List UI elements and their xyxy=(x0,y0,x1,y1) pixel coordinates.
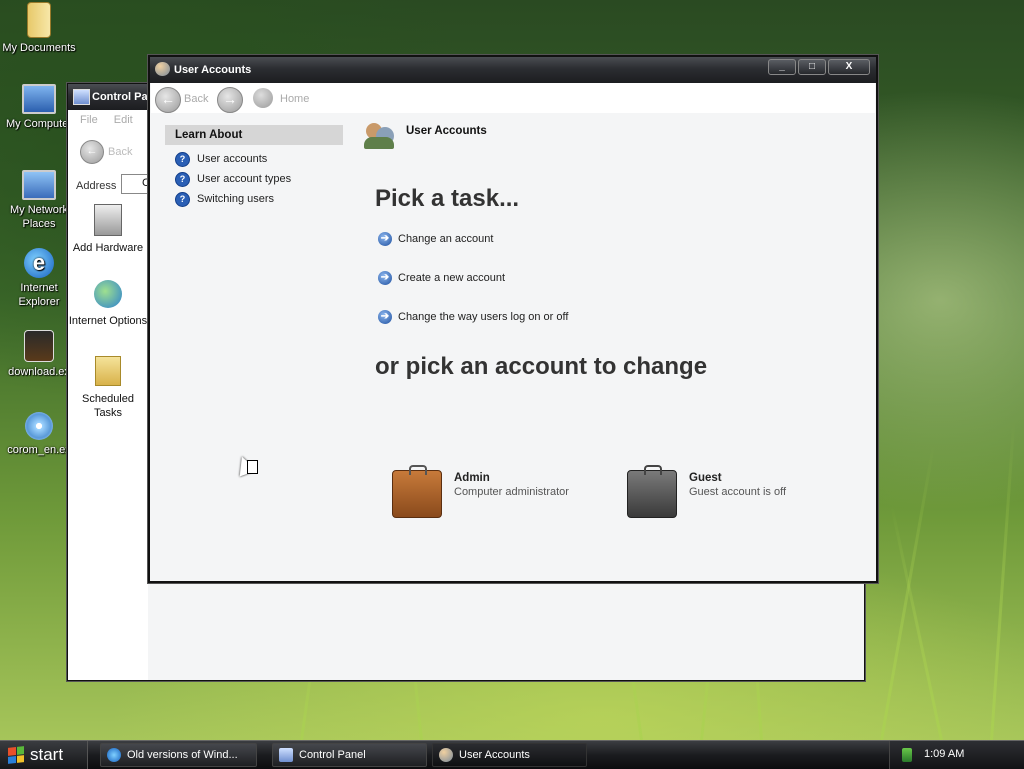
help-icon: ? xyxy=(175,191,190,207)
window-controls: _ □ X xyxy=(768,59,870,75)
desktop-icon-label: Internet Explorer xyxy=(18,282,60,308)
grass-blade xyxy=(990,420,1016,740)
task-change-logon[interactable]: ➔ Change the way users log on or off xyxy=(378,310,568,324)
window-title: Control Pa xyxy=(92,91,148,103)
internet-options-icon xyxy=(94,280,122,308)
taskbar-button-label: User Accounts xyxy=(459,749,530,761)
learn-about-heading: Learn About xyxy=(165,125,343,145)
learn-link-user-accounts[interactable]: ? User accounts xyxy=(165,149,343,169)
internet-explorer-icon: e xyxy=(24,248,54,278)
user-accounts-icon xyxy=(439,748,453,762)
taskbar: start Old versions of Wind... Control Pa… xyxy=(0,740,1024,769)
network-status-icon[interactable] xyxy=(902,748,912,762)
menu-edit[interactable]: Edit xyxy=(114,114,133,126)
menu-bar: File Edit xyxy=(80,114,133,126)
account-description: Computer administrator xyxy=(454,486,569,498)
pick-task-heading: Pick a task... xyxy=(375,185,520,212)
learn-link-label: Switching users xyxy=(197,193,275,205)
address-field[interactable]: C xyxy=(121,174,151,194)
home-icon[interactable] xyxy=(253,88,273,108)
system-tray: 1:09 AM xyxy=(889,741,1024,769)
task-create-account[interactable]: ➔ Create a new account xyxy=(378,271,505,285)
user-accounts-header-icon xyxy=(364,121,396,151)
desktop-icon-label: My Network Places xyxy=(9,204,69,230)
forward-button[interactable]: → xyxy=(217,87,243,113)
desktop-icon-label: My Computer xyxy=(5,118,73,130)
task-label: Create a new account xyxy=(398,272,506,284)
account-description: Guest account is off xyxy=(689,486,787,498)
cp-item-add-hardware[interactable]: Add Hardware xyxy=(68,204,148,254)
task-label: Change the way users log on or off xyxy=(398,311,569,323)
minimize-button[interactable]: _ xyxy=(768,59,796,75)
desktop-icon-label: download.ex xyxy=(8,366,70,378)
folder-icon xyxy=(27,2,51,38)
control-panel-icon xyxy=(73,89,90,105)
learn-link-label: User accounts xyxy=(197,153,268,165)
back-button[interactable]: ← xyxy=(80,140,104,164)
internet-explorer-icon xyxy=(107,748,121,762)
learn-link-switching-users[interactable]: ? Switching users xyxy=(165,189,343,209)
cp-item-internet-options[interactable]: Internet Options xyxy=(68,280,148,328)
cp-item-scheduled-tasks[interactable]: Scheduled Tasks xyxy=(68,356,148,420)
control-panel-body: File Edit ← Back Address C Add Hardware … xyxy=(68,110,151,680)
page-title: User Accounts xyxy=(406,125,487,137)
account-admin[interactable]: Admin Computer administrator xyxy=(392,465,569,518)
briefcase-icon xyxy=(392,465,442,518)
help-icon: ? xyxy=(175,171,190,187)
cp-item-label: Internet Options xyxy=(68,315,148,327)
learn-link-user-account-types[interactable]: ? User account types xyxy=(165,169,343,189)
desktop-icon-label: My Documents xyxy=(2,42,76,54)
taskbar-button-old-versions[interactable]: Old versions of Wind... xyxy=(100,743,257,767)
computer-icon xyxy=(22,84,56,114)
taskbar-button-user-accounts[interactable]: User Accounts xyxy=(432,743,587,767)
account-name: Guest xyxy=(689,472,722,484)
hourglass-icon xyxy=(247,460,258,474)
account-guest[interactable]: Guest Guest account is off xyxy=(627,465,787,518)
network-icon xyxy=(22,170,56,200)
back-button[interactable]: ← xyxy=(155,87,181,113)
cp-item-label: Scheduled Tasks xyxy=(82,393,134,419)
briefcase-icon xyxy=(627,465,677,518)
window-title: User Accounts xyxy=(174,64,252,76)
pick-account-heading: or pick an account to change xyxy=(375,353,708,380)
content-area: Learn About ? User accounts ? User accou… xyxy=(151,113,875,580)
maximize-button[interactable]: □ xyxy=(798,59,826,75)
windows-flag-icon xyxy=(8,746,24,764)
back-arrow-icon: ← xyxy=(161,91,175,107)
user-accounts-icon xyxy=(155,62,170,76)
arrow-right-icon: ➔ xyxy=(378,232,392,246)
user-accounts-title-bar[interactable]: User Accounts _ □ X xyxy=(150,57,876,83)
cp-item-label: Add Hardware xyxy=(72,242,144,254)
back-label: Back xyxy=(184,93,209,105)
learn-link-label: User account types xyxy=(197,173,292,185)
back-label: Back xyxy=(108,146,133,158)
desktop-icon-my-documents[interactable]: My Documents xyxy=(0,2,78,55)
scheduled-tasks-icon xyxy=(95,356,121,386)
menu-file[interactable]: File xyxy=(80,114,98,126)
start-button[interactable]: start xyxy=(0,741,88,769)
close-button[interactable]: X xyxy=(828,59,870,75)
taskbar-button-label: Old versions of Wind... xyxy=(127,749,238,761)
user-accounts-window[interactable]: User Accounts _ □ X ← Back → Home Learn … xyxy=(148,55,878,583)
control-panel-icon xyxy=(279,748,293,762)
cd-setup-icon xyxy=(25,412,53,440)
account-name: Admin xyxy=(454,472,490,484)
task-change-account[interactable]: ➔ Change an account xyxy=(378,232,493,246)
installer-icon xyxy=(24,330,54,362)
home-label[interactable]: Home xyxy=(280,93,309,105)
help-icon: ? xyxy=(175,151,190,167)
desktop-icon-label: corom_en.ex xyxy=(7,444,71,456)
add-hardware-icon xyxy=(94,204,122,236)
clock[interactable]: 1:09 AM xyxy=(924,748,964,760)
arrow-right-icon: ➔ xyxy=(378,271,392,285)
forward-arrow-icon: → xyxy=(223,91,237,107)
navigation-toolbar: ← Back → Home xyxy=(151,83,875,113)
arrow-right-icon: ➔ xyxy=(378,310,392,324)
start-label: start xyxy=(30,745,64,764)
address-label: Address xyxy=(76,180,117,192)
task-label: Change an account xyxy=(398,233,494,245)
taskbar-button-label: Control Panel xyxy=(299,749,366,761)
taskbar-button-control-panel[interactable]: Control Panel xyxy=(272,743,427,767)
learn-about-pane: Learn About ? User accounts ? User accou… xyxy=(165,125,343,209)
